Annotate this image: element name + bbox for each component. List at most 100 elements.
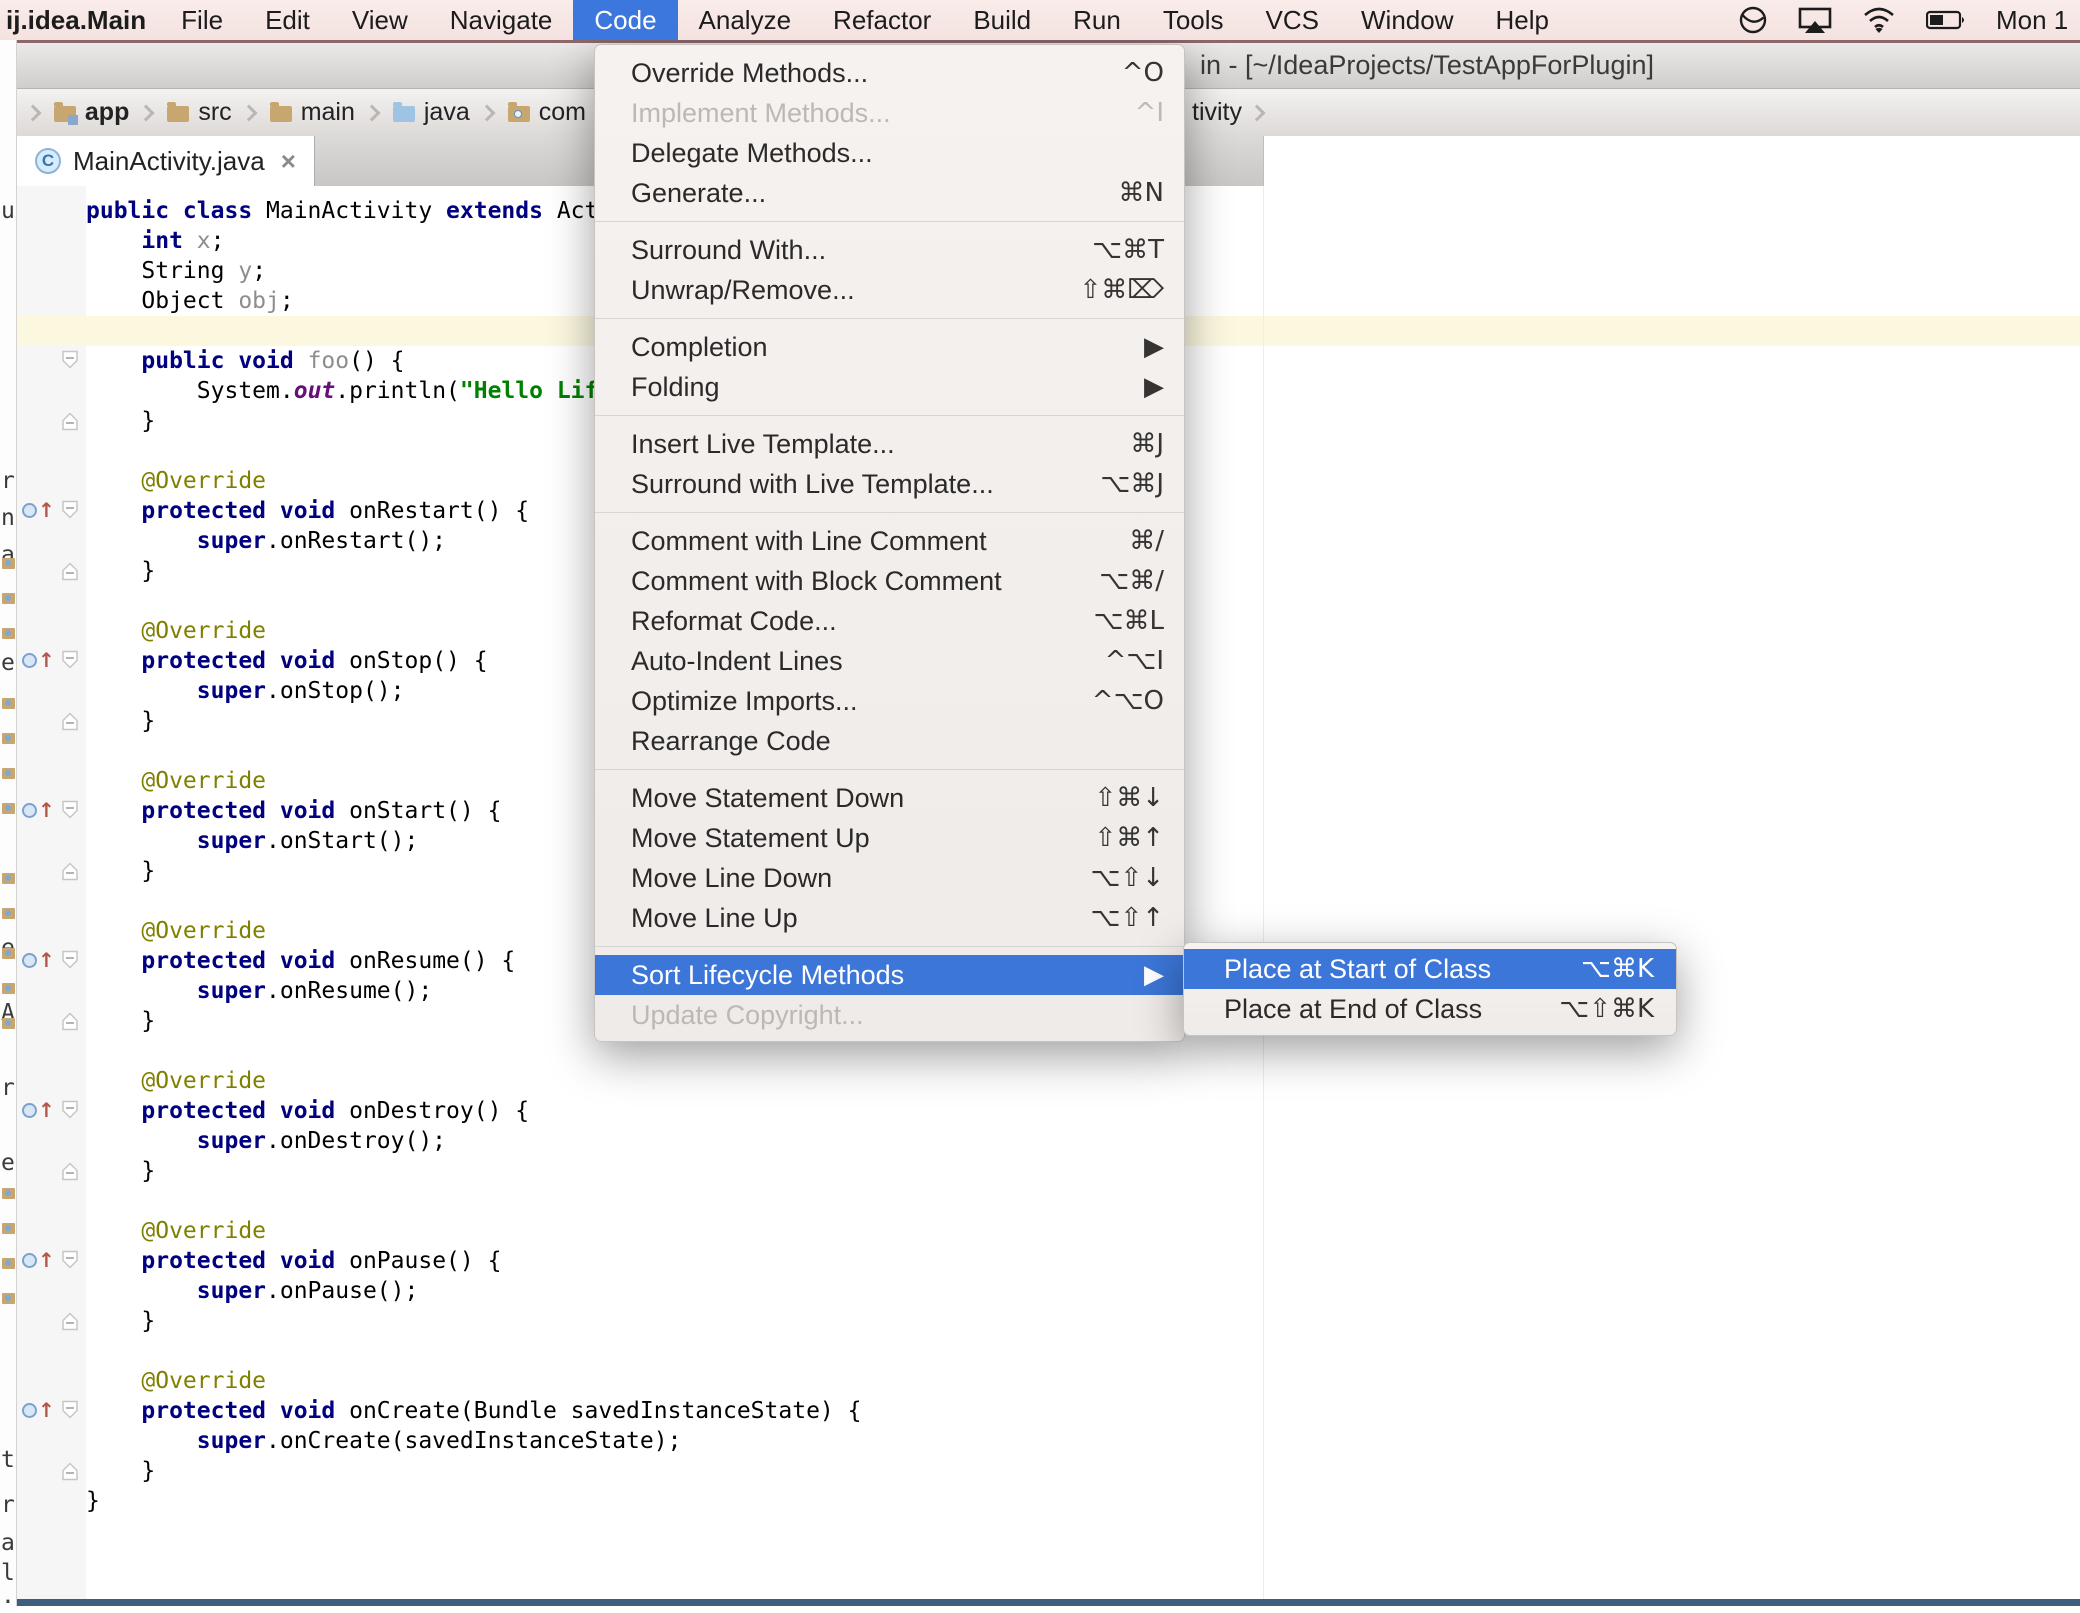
menubar-item-view[interactable]: View [331,0,429,40]
fold-region-start-icon[interactable] [62,950,78,974]
breadcrumb-item-main[interactable]: main [268,98,357,127]
menubar-item-tools[interactable]: Tools [1142,0,1245,40]
code-line-30[interactable]: @Override [86,1066,861,1096]
menu-item-surround-with[interactable]: Surround With...⌥⌘T [595,230,1184,270]
menubar-item-window[interactable]: Window [1340,0,1474,40]
app-menu-name[interactable]: ij.idea.Main [0,0,160,40]
breadcrumb-item-com[interactable]: com [506,98,588,127]
code-token: @Override [86,618,266,644]
overriding-method-icon[interactable]: ↑ [22,800,55,820]
breadcrumb-item-app[interactable]: app [52,98,131,127]
menubar-item-code[interactable]: Code [573,0,677,40]
code-line-43[interactable]: } [86,1456,861,1486]
fold-region-start-icon[interactable] [62,650,78,674]
menu-item-move-line-down[interactable]: Move Line Down⌥⇧↓ [595,858,1184,898]
menubar-item-edit[interactable]: Edit [244,0,331,40]
wifi-icon[interactable] [1862,5,1896,35]
fold-region-end-icon[interactable] [62,412,78,436]
menu-item-override-methods[interactable]: Override Methods...^O [595,53,1184,93]
menu-item-move-statement-up[interactable]: Move Statement Up⇧⌘↑ [595,818,1184,858]
submenu-item-place-at-start-of-class[interactable]: Place at Start of Class⌥⌘K [1184,949,1676,989]
code-line-33[interactable]: } [86,1156,861,1186]
menu-bar-clock[interactable]: Mon 1 [1996,5,2080,36]
tab-close-icon[interactable]: × [281,148,296,174]
menubar-item-run[interactable]: Run [1052,0,1142,40]
menu-item-completion[interactable]: Completion▶ [595,327,1184,367]
menu-item-move-line-up[interactable]: Move Line Up⌥⇧↑ [595,898,1184,938]
fold-region-start-icon[interactable] [62,350,78,374]
menubar-item-analyze[interactable]: Analyze [678,0,813,40]
menu-item-comment-with-block-comment[interactable]: Comment with Block Comment⌥⌘/ [595,561,1184,601]
menu-item-move-statement-down[interactable]: Move Statement Down⇧⌘↓ [595,778,1184,818]
menu-item-rearrange-code[interactable]: Rearrange Code [595,721,1184,761]
overriding-method-icon[interactable]: ↑ [22,650,55,670]
code-line-36[interactable]: protected void onPause() { [86,1246,861,1276]
code-line-35[interactable]: @Override [86,1216,861,1246]
code-line-31[interactable]: protected void onDestroy() { [86,1096,861,1126]
menu-item-reformat-code[interactable]: Reformat Code...⌥⌘L [595,601,1184,641]
menu-item-surround-with-live-template[interactable]: Surround with Live Template...⌥⌘J [595,464,1184,504]
fold-region-end-icon[interactable] [62,1012,78,1036]
override-up-arrow: ↑ [38,950,55,970]
fold-region-end-icon[interactable] [62,862,78,886]
code-line-37[interactable]: super.onPause(); [86,1276,861,1306]
menu-item-delegate-methods[interactable]: Delegate Methods... [595,133,1184,173]
breadcrumb-item-activity[interactable]: tivity [1192,89,1276,136]
code-token: onStop() { [349,648,487,674]
fold-region-start-icon[interactable] [62,1250,78,1274]
fold-region-start-icon[interactable] [62,1400,78,1424]
code-token: @Override [86,918,266,944]
code-line-38[interactable]: } [86,1306,861,1336]
fold-region-end-icon[interactable] [62,1312,78,1336]
code-line-40[interactable]: @Override [86,1366,861,1396]
code-token: super [86,1428,266,1454]
menubar-item-file[interactable]: File [160,0,244,40]
menu-item-generate[interactable]: Generate...⌘N [595,173,1184,213]
fold-region-start-icon[interactable] [62,500,78,524]
menu-item-auto-indent-lines[interactable]: Auto-Indent Lines^⌥I [595,641,1184,681]
overriding-method-icon[interactable]: ↑ [22,1100,55,1120]
fold-region-end-icon[interactable] [62,562,78,586]
status-circle-icon[interactable] [1738,5,1768,35]
menubar-item-vcs[interactable]: VCS [1245,0,1340,40]
fold-region-end-icon[interactable] [62,1462,78,1486]
tab-mainactivity-java[interactable]: C MainActivity.java × [16,136,315,186]
battery-icon[interactable] [1926,5,1966,35]
fold-region-start-icon[interactable] [62,800,78,824]
menubar-item-build[interactable]: Build [952,0,1052,40]
submenu-item-place-at-end-of-class[interactable]: Place at End of Class⌥⇧⌘K [1184,989,1676,1029]
overriding-method-icon[interactable]: ↑ [22,1400,55,1420]
code-token: extends [446,198,557,224]
macos-menu-bar: ij.idea.Main FileEditViewNavigateCodeAna… [0,0,2080,40]
menu-item-folding[interactable]: Folding▶ [595,367,1184,407]
fold-region-start-icon[interactable] [62,1100,78,1124]
code-token: x [197,228,211,254]
code-line-42[interactable]: super.onCreate(savedInstanceState); [86,1426,861,1456]
code-token: .onRestart(); [266,528,446,554]
breadcrumb-item-src[interactable]: src [165,98,233,127]
code-line-39[interactable] [86,1336,861,1366]
menubar-item-refactor[interactable]: Refactor [812,0,952,40]
menu-item-unwrap-remove[interactable]: Unwrap/Remove...⇧⌘⌦ [595,270,1184,310]
chevron-right-icon [24,104,41,121]
overriding-method-icon[interactable]: ↑ [22,950,55,970]
code-token: .onResume(); [266,978,432,1004]
menu-item-optimize-imports[interactable]: Optimize Imports...^⌥O [595,681,1184,721]
menu-item-shortcut: ^I [1135,98,1164,128]
code-line-32[interactable]: super.onDestroy(); [86,1126,861,1156]
overriding-method-icon[interactable]: ↑ [22,500,55,520]
airplay-icon[interactable] [1798,5,1832,35]
code-line-34[interactable] [86,1186,861,1216]
menu-item-sort-lifecycle-methods[interactable]: Sort Lifecycle Methods▶ [595,955,1184,995]
menu-item-comment-with-line-comment[interactable]: Comment with Line Comment⌘/ [595,521,1184,561]
fold-region-end-icon[interactable] [62,1162,78,1186]
breadcrumb-item-java[interactable]: java [391,98,472,127]
code-line-44[interactable]: } [86,1486,861,1516]
code-line-41[interactable]: protected void onCreate(Bundle savedInst… [86,1396,861,1426]
menu-item-insert-live-template[interactable]: Insert Live Template...⌘J [595,424,1184,464]
menubar-item-help[interactable]: Help [1475,0,1570,40]
overriding-method-icon[interactable]: ↑ [22,1250,55,1270]
code-token: @Override [86,1068,266,1094]
fold-region-end-icon[interactable] [62,712,78,736]
menubar-item-navigate[interactable]: Navigate [429,0,574,40]
